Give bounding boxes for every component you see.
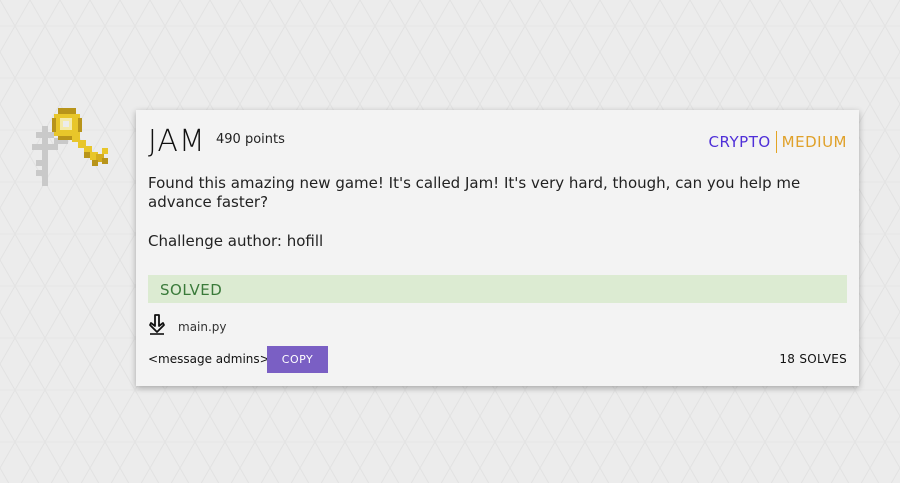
- attachment-link[interactable]: main.py: [148, 314, 227, 340]
- challenge-tags: CRYPTO MEDIUM: [709, 131, 847, 153]
- pixel-key-icon: [28, 104, 112, 190]
- tag-divider: [775, 131, 777, 153]
- copy-button[interactable]: COPY: [267, 346, 328, 373]
- challenge-description: Found this amazing new game! It's called…: [148, 174, 801, 211]
- challenge-points: 490 points: [216, 132, 285, 147]
- challenge-card: JAM 490 points CRYPTO MEDIUM Found this …: [136, 110, 859, 386]
- solved-status-bar: SOLVED: [148, 275, 847, 303]
- difficulty-tag: MEDIUM: [781, 133, 847, 151]
- challenge-author: Challenge author: hofill: [148, 232, 324, 250]
- challenge-title: JAM: [148, 124, 206, 159]
- category-tag: CRYPTO: [708, 133, 771, 151]
- message-admins-text: <message admins>: [148, 352, 270, 366]
- download-icon: [148, 314, 178, 340]
- solved-status-text: SOLVED: [160, 281, 223, 299]
- attachment-file-name: main.py: [178, 320, 227, 334]
- solves-count: 18 SOLVES: [779, 352, 847, 366]
